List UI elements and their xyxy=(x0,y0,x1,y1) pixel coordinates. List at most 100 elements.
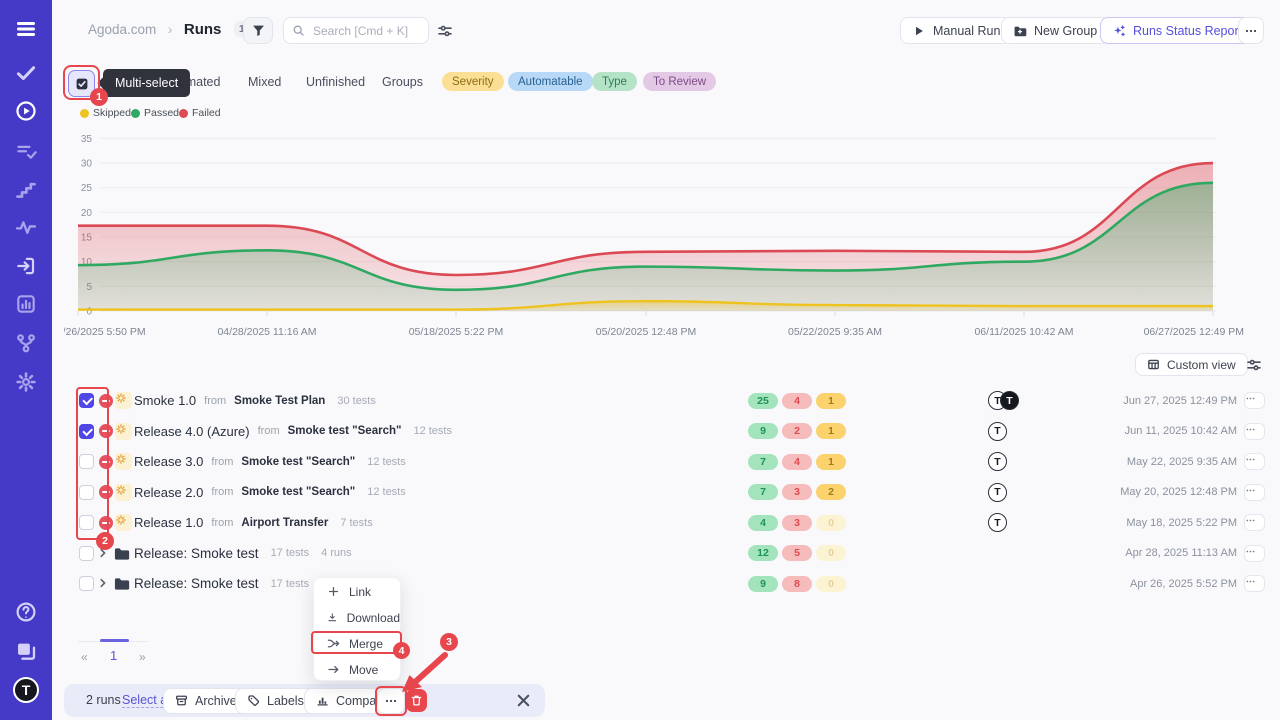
assignee-avatars: TT xyxy=(988,391,1019,410)
pill-severity[interactable]: Severity xyxy=(442,72,504,91)
runs-status-report-button[interactable]: Runs Status Report xyxy=(1100,17,1254,44)
group-tests-count: 17 tests xyxy=(271,578,310,590)
run-title[interactable]: Smoke 1.0 xyxy=(134,393,196,408)
download-icon xyxy=(327,611,338,624)
run-checkbox[interactable] xyxy=(79,393,94,408)
run-from-label: from xyxy=(211,517,233,529)
tab-mixed[interactable]: Mixed xyxy=(248,75,281,89)
group-checkbox[interactable] xyxy=(79,576,94,591)
run-date: May 20, 2025 12:48 PM xyxy=(1120,478,1237,507)
run-source[interactable]: Airport Transfer xyxy=(241,517,328,529)
run-tests-count: 7 tests xyxy=(340,517,372,529)
run-from-label: from xyxy=(258,425,280,437)
pagination-prev[interactable]: « xyxy=(81,650,88,664)
manual-run-button[interactable]: Manual Run xyxy=(900,17,1012,44)
run-row: Release 2.0 from Smoke test "Search" 12 … xyxy=(0,478,1280,507)
result-badges: 2541 xyxy=(748,393,846,409)
menu-item-move[interactable]: Move xyxy=(314,657,400,682)
row-more-button[interactable] xyxy=(1244,453,1265,470)
help-icon[interactable] xyxy=(15,601,37,623)
header-more-button[interactable] xyxy=(1238,17,1264,44)
search-icon xyxy=(292,24,305,37)
legend-dot xyxy=(131,109,140,118)
tab-groups[interactable]: Groups xyxy=(382,75,423,89)
pill-to-review[interactable]: To Review xyxy=(643,72,716,91)
filter-button[interactable] xyxy=(243,17,273,44)
avatar: T xyxy=(1000,391,1019,410)
run-checkbox[interactable] xyxy=(79,454,94,469)
row-more-button[interactable] xyxy=(1244,545,1265,562)
run-spark-icon xyxy=(115,423,132,440)
folder-icon xyxy=(113,575,130,592)
group-row: Release: Smoke test 17 tests 7 runs 980 … xyxy=(0,569,1280,598)
badge-passed: 9 xyxy=(748,423,778,439)
menu-icon[interactable] xyxy=(15,18,37,40)
badge-failed: 8 xyxy=(782,576,812,592)
menu-item-merge[interactable]: Merge xyxy=(314,631,400,656)
result-badges: 741 xyxy=(748,454,846,470)
row-more-button[interactable] xyxy=(1244,423,1265,440)
assignee-avatars: T xyxy=(988,422,1007,441)
run-title[interactable]: Release 3.0 xyxy=(134,454,203,469)
close-selection-icon[interactable] xyxy=(514,691,533,710)
steps-icon[interactable] xyxy=(15,178,37,200)
chevron-right-icon[interactable] xyxy=(96,576,110,590)
result-badges: 980 xyxy=(748,576,846,592)
badge-failed: 4 xyxy=(782,393,812,409)
run-tests-count: 30 tests xyxy=(337,395,376,407)
result-badges: 732 xyxy=(748,484,846,500)
run-source[interactable]: Smoke test "Search" xyxy=(288,425,402,437)
breadcrumb-project[interactable]: Agoda.com xyxy=(88,22,156,37)
status-minus-icon xyxy=(99,394,113,408)
run-checkbox[interactable] xyxy=(79,424,94,439)
menu-item-link[interactable]: Link xyxy=(314,579,400,604)
search-settings-icon[interactable] xyxy=(437,23,453,39)
tab-unfinished[interactable]: Unfinished xyxy=(306,75,365,89)
pill-automatable[interactable]: Automatable xyxy=(508,72,593,91)
play-circle-icon[interactable] xyxy=(15,100,37,122)
row-more-button[interactable] xyxy=(1244,484,1265,501)
run-source[interactable]: Smoke Test Plan xyxy=(234,395,325,407)
branch-icon[interactable] xyxy=(15,332,37,354)
group-checkbox[interactable] xyxy=(79,546,94,561)
legend-dot xyxy=(80,109,89,118)
pulse-icon[interactable] xyxy=(15,216,37,238)
pagination-page-1[interactable]: 1 xyxy=(110,648,117,663)
view-settings-icon[interactable] xyxy=(1246,357,1262,373)
check-icon[interactable] xyxy=(15,62,37,84)
new-group-button[interactable]: New Group xyxy=(1001,17,1109,44)
group-title[interactable]: Release: Smoke test xyxy=(134,546,259,561)
assignee-avatars: T xyxy=(988,452,1007,471)
row-more-button[interactable] xyxy=(1244,575,1265,592)
list-check-icon[interactable] xyxy=(15,140,37,162)
run-checkbox[interactable] xyxy=(79,515,94,530)
chart-box-icon[interactable] xyxy=(15,293,37,315)
search-box[interactable] xyxy=(283,17,429,44)
custom-view-button[interactable]: Custom view xyxy=(1135,353,1248,376)
run-title[interactable]: Release 2.0 xyxy=(134,485,203,500)
badge-passed: 4 xyxy=(748,515,778,531)
sign-in-icon[interactable] xyxy=(15,255,37,277)
run-source[interactable]: Smoke test "Search" xyxy=(241,456,355,468)
trash-icon xyxy=(410,694,423,707)
selection-more-button[interactable] xyxy=(377,688,405,714)
row-more-button[interactable] xyxy=(1244,514,1265,531)
run-source[interactable]: Smoke test "Search" xyxy=(241,486,355,498)
group-title[interactable]: Release: Smoke test xyxy=(134,576,259,591)
pill-type[interactable]: Type xyxy=(592,72,637,91)
merge-icon xyxy=(327,637,340,650)
plus-icon xyxy=(327,585,340,598)
run-checkbox[interactable] xyxy=(79,485,94,500)
context-menu: Link Download Merge Move xyxy=(313,577,401,681)
row-more-button[interactable] xyxy=(1244,392,1265,409)
assignee-avatars: T xyxy=(988,513,1007,532)
x-tick-label: 06/11/2025 10:42 AM xyxy=(974,326,1073,338)
app-logo[interactable]: T xyxy=(13,677,39,703)
run-title[interactable]: Release 1.0 xyxy=(134,515,203,530)
svg-text:30: 30 xyxy=(81,159,93,170)
folders-icon[interactable] xyxy=(15,640,37,662)
menu-item-download[interactable]: Download xyxy=(314,605,400,630)
search-input[interactable] xyxy=(311,23,420,39)
run-title[interactable]: Release 4.0 (Azure) xyxy=(134,424,250,439)
pagination-next[interactable]: » xyxy=(139,650,146,664)
